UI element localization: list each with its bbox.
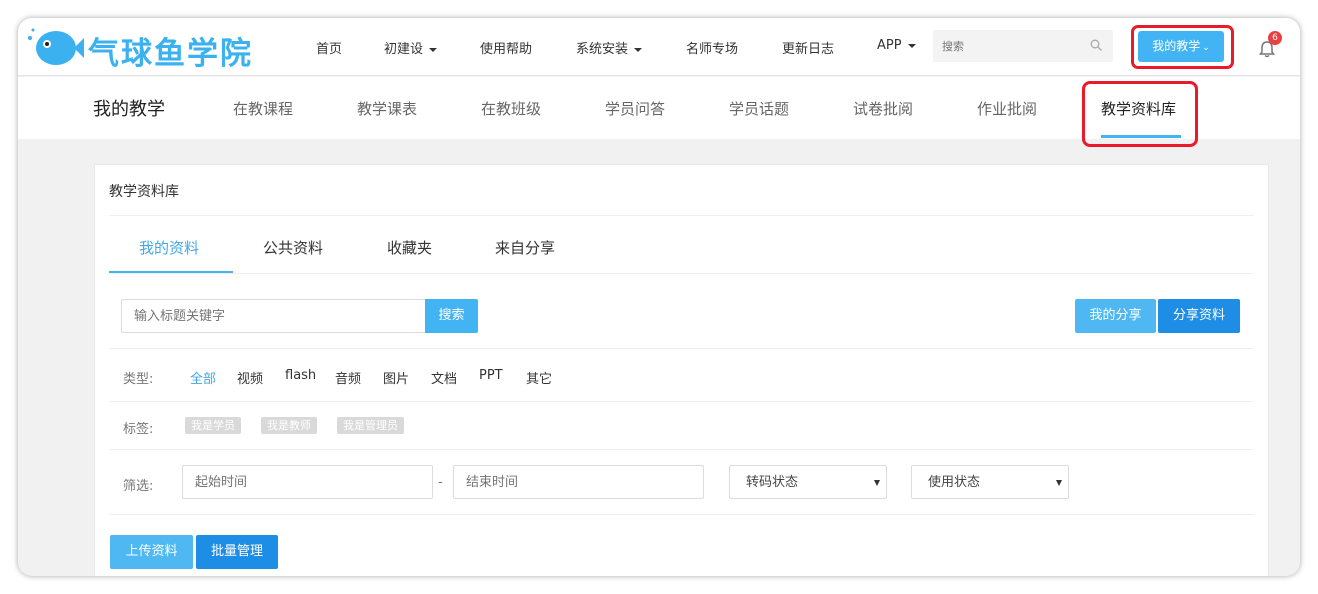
nav-app[interactable]: APP: [877, 38, 916, 53]
filter-label: 筛选:: [123, 479, 154, 494]
highlight-box: [1082, 81, 1198, 147]
subnav-exam-review[interactable]: 试卷批阅: [853, 98, 913, 119]
highlight-box: [1131, 25, 1234, 69]
materials-panel: 教学资料库 我的资料 公共资料 收藏夹 来自分享 搜索 我的分享 分享资料 类型…: [94, 164, 1269, 576]
logo-text: 气球鱼学院: [88, 36, 253, 72]
chevron-down-icon: [634, 47, 643, 52]
transcode-status-select[interactable]: 转码状态: [729, 465, 887, 499]
subnav-qa[interactable]: 学员问答: [605, 98, 665, 119]
tag-student[interactable]: 我是学员: [185, 417, 241, 434]
divider: [109, 348, 1254, 349]
nav-install[interactable]: 系统安装: [576, 38, 643, 57]
type-label: 类型:: [123, 372, 154, 387]
type-filter-other[interactable]: 其它: [526, 368, 552, 387]
divider: [109, 273, 1254, 274]
dropdown-arrow-icon: [1056, 480, 1062, 486]
divider: [109, 215, 1254, 216]
nav-help[interactable]: 使用帮助: [480, 38, 532, 57]
type-filter-document[interactable]: 文档: [431, 368, 457, 387]
type-filter-all[interactable]: 全部: [190, 368, 216, 387]
nav-changelog[interactable]: 更新日志: [782, 38, 834, 57]
nav-construction-label: 初建设: [384, 42, 424, 57]
batch-manage-button[interactable]: 批量管理: [196, 535, 278, 569]
type-filter-audio[interactable]: 音频: [335, 368, 361, 387]
tab-favorites[interactable]: 收藏夹: [387, 237, 432, 258]
type-filter-video[interactable]: 视频: [237, 368, 263, 387]
panel-title: 教学资料库: [109, 184, 179, 200]
search-icon[interactable]: [1090, 39, 1102, 51]
subnav-courses[interactable]: 在教课程: [233, 98, 293, 119]
start-time-input[interactable]: [182, 465, 433, 499]
date-range-separator: -: [438, 475, 443, 490]
browser-frame: 气球鱼学院 首页 初建设 使用帮助 系统安装 名师专场 更新日志 APP 我的教…: [18, 18, 1300, 576]
dropdown-arrow-icon: [874, 480, 880, 486]
share-materials-button[interactable]: 分享资料: [1158, 299, 1240, 333]
page-title: 我的教学: [93, 99, 165, 120]
keyword-search-button[interactable]: 搜索: [425, 299, 478, 333]
subnav-homework-review[interactable]: 作业批阅: [977, 98, 1037, 119]
subnav-topics[interactable]: 学员话题: [729, 98, 789, 119]
top-search: [933, 30, 1113, 62]
usage-status-select[interactable]: 使用状态: [911, 465, 1069, 499]
top-navbar: 气球鱼学院 首页 初建设 使用帮助 系统安装 名师专场 更新日志 APP 我的教…: [18, 18, 1300, 76]
chevron-down-icon: [429, 47, 438, 52]
transcode-status-value: 转码状态: [746, 475, 799, 490]
type-filter-flash[interactable]: flash: [285, 368, 316, 383]
nav-construction[interactable]: 初建设: [384, 38, 438, 57]
upload-materials-button[interactable]: 上传资料: [110, 535, 193, 569]
nav-install-label: 系统安装: [576, 42, 629, 57]
subnav-classes[interactable]: 在教班级: [481, 98, 541, 119]
usage-status-value: 使用状态: [928, 475, 981, 490]
chevron-down-icon: [907, 43, 916, 48]
notification-badge: 6: [1268, 31, 1282, 45]
divider: [109, 514, 1254, 515]
keyword-search-input[interactable]: [121, 299, 426, 333]
sub-navbar: 我的教学 在教课程 教学课表 在教班级 学员问答 学员话题 试卷批阅 作业批阅 …: [18, 77, 1300, 147]
balloon-fish-icon: [28, 28, 84, 65]
tab-public-materials[interactable]: 公共资料: [263, 237, 323, 258]
divider: [109, 449, 1254, 450]
top-search-input[interactable]: [934, 31, 1084, 61]
my-share-button[interactable]: 我的分享: [1075, 299, 1156, 333]
end-time-input[interactable]: [453, 465, 704, 499]
subnav-schedule[interactable]: 教学课表: [357, 98, 417, 119]
tag-teacher[interactable]: 我是教师: [261, 417, 317, 434]
site-logo[interactable]: 气球鱼学院: [26, 24, 286, 72]
nav-home[interactable]: 首页: [316, 38, 342, 57]
divider: [109, 401, 1254, 402]
tab-shared[interactable]: 来自分享: [495, 237, 555, 258]
tag-label: 标签:: [123, 422, 154, 437]
tab-my-materials[interactable]: 我的资料: [139, 237, 199, 258]
nav-teachers[interactable]: 名师专场: [686, 38, 738, 57]
tag-admin[interactable]: 我是管理员: [337, 417, 404, 434]
type-filter-ppt[interactable]: PPT: [479, 368, 503, 383]
nav-app-label: APP: [877, 38, 902, 53]
type-filter-image[interactable]: 图片: [383, 368, 409, 387]
